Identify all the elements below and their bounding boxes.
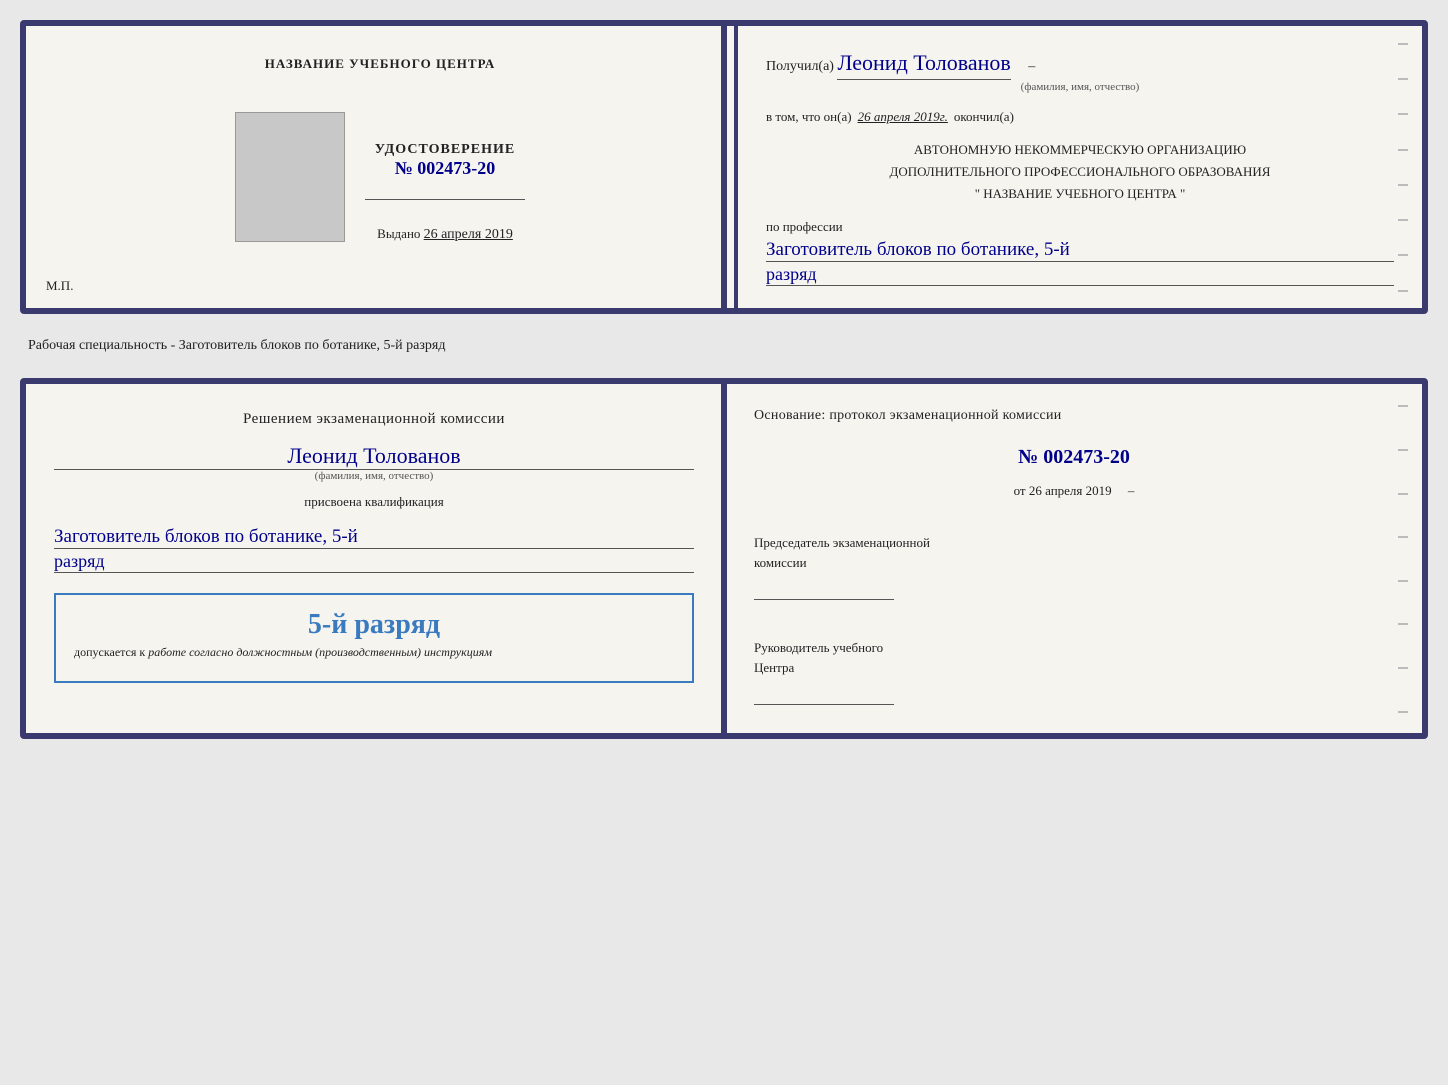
received-prefix: Получил(а) xyxy=(766,59,834,74)
certificate-card-1: НАЗВАНИЕ УЧЕБНОГО ЦЕНТРА УДОСТОВЕРЕНИЕ №… xyxy=(20,20,1428,314)
issued-line: Выдано 26 апреля 2019 xyxy=(377,226,513,243)
training-center-title-left: НАЗВАНИЕ УЧЕБНОГО ЦЕНТРА xyxy=(265,56,496,72)
stamp-prefix: допускается к xyxy=(74,645,145,659)
photo-placeholder xyxy=(235,112,345,242)
vtom-line: в том, что он(а) 26 апреля 2019г. окончи… xyxy=(766,109,1394,125)
profession-label: по профессии xyxy=(766,219,843,234)
dash-r4 xyxy=(1398,536,1408,538)
dash-7 xyxy=(1398,254,1408,256)
dash-r8 xyxy=(1398,711,1408,713)
dash-r7 xyxy=(1398,667,1408,669)
vtom-prefix: в том, что он(а) xyxy=(766,109,852,125)
card2-right-panel: Основание: протокол экзаменационной коми… xyxy=(726,384,1422,733)
director-label: Руководитель учебного Центра xyxy=(754,638,1394,677)
chairman-signature-line xyxy=(754,582,894,600)
director-block: Руководитель учебного Центра xyxy=(754,638,1394,709)
card1-left-panel: НАЗВАНИЕ УЧЕБНОГО ЦЕНТРА УДОСТОВЕРЕНИЕ №… xyxy=(26,26,734,308)
razryad-2: разряд xyxy=(54,551,694,573)
commission-heading: Решением экзаменационной комиссии xyxy=(54,408,694,431)
qualification-label: присвоена квалификация xyxy=(54,494,694,510)
person-name-card2: Леонид Толованов xyxy=(54,443,694,470)
specialty-text: Рабочая специальность - Заготовитель бло… xyxy=(20,332,1428,360)
org-line1: АВТОНОМНУЮ НЕКОММЕРЧЕСКУЮ ОРГАНИЗАЦИЮ xyxy=(766,139,1394,161)
razryad-1: разряд xyxy=(766,264,1394,286)
stamp-text: допускается к работе согласно должностны… xyxy=(74,645,674,660)
director-line2: Центра xyxy=(754,660,794,675)
vtom-suffix: окончил(а) xyxy=(954,109,1014,125)
dash-1 xyxy=(1398,43,1408,45)
chairman-line2: комиссии xyxy=(754,555,807,570)
org-line3: " НАЗВАНИЕ УЧЕБНОГО ЦЕНТРА " xyxy=(766,183,1394,205)
binding-dashes-right-1 xyxy=(1398,26,1408,308)
from-date: 26 апреля 2019 xyxy=(1029,483,1112,498)
qualification-name: Заготовитель блоков по ботанике, 5-й xyxy=(54,526,694,549)
protocol-number-block: № 002473-20 xyxy=(754,446,1394,469)
dash-2 xyxy=(1398,78,1408,80)
stamp-box: 5-й разряд допускается к работе согласно… xyxy=(54,593,694,683)
dash-3 xyxy=(1398,113,1408,115)
cert-title-block: УДОСТОВЕРЕНИЕ № 002473-20 xyxy=(375,142,515,179)
profession-name: Заготовитель блоков по ботанике, 5-й xyxy=(766,239,1394,262)
chairman-block: Председатель экзаменационной комиссии xyxy=(754,533,1394,604)
vtom-date: 26 апреля 2019г. xyxy=(858,109,948,125)
profession-block: по профессии Заготовитель блоков по бота… xyxy=(766,219,1394,286)
card2-left-panel: Решением экзаменационной комиссии Леонид… xyxy=(26,384,722,733)
director-line1: Руководитель учебного xyxy=(754,640,883,655)
issued-date: 26 апреля 2019 xyxy=(424,227,513,242)
dash-r2 xyxy=(1398,449,1408,451)
from-label: от xyxy=(1014,483,1026,498)
dash-r6 xyxy=(1398,623,1408,625)
cert-number: № 002473-20 xyxy=(375,158,515,179)
issued-label: Выдано xyxy=(377,226,420,241)
director-signature-line xyxy=(754,687,894,705)
from-date-line: от 26 апреля 2019 – xyxy=(754,483,1394,499)
person-name-block: Леонид Толованов (фамилия, имя, отчество… xyxy=(54,443,694,482)
chairman-line1: Председатель экзаменационной xyxy=(754,535,930,550)
stamp-italic-text: работе согласно должностным (производств… xyxy=(148,645,492,659)
basis-line: Основание: протокол экзаменационной коми… xyxy=(754,408,1394,424)
cert-udostoverenie-label: УДОСТОВЕРЕНИЕ xyxy=(375,142,515,158)
org-block: АВТОНОМНУЮ НЕКОММЕРЧЕСКУЮ ОРГАНИЗАЦИЮ ДО… xyxy=(766,139,1394,205)
mp-stamp-label: М.П. xyxy=(46,278,73,294)
org-line2: ДОПОЛНИТЕЛЬНОГО ПРОФЕССИОНАЛЬНОГО ОБРАЗО… xyxy=(766,161,1394,183)
dash-r3 xyxy=(1398,493,1408,495)
dash-r5 xyxy=(1398,580,1408,582)
binding-dashes-right-2 xyxy=(1398,384,1408,733)
received-name: Леонид Толованов xyxy=(837,48,1010,80)
dash-6 xyxy=(1398,219,1408,221)
fio-label-2: (фамилия, имя, отчество) xyxy=(54,470,694,482)
dash-8 xyxy=(1398,290,1408,292)
received-line: Получил(а) Леонид Толованов – (фамилия, … xyxy=(766,48,1394,95)
certificate-card-2: Решением экзаменационной комиссии Леонид… xyxy=(20,378,1428,739)
stamp-grade: 5-й разряд xyxy=(74,609,674,641)
chairman-label-1: Председатель экзаменационной комиссии xyxy=(754,533,1394,572)
card1-right-panel: Получил(а) Леонид Толованов – (фамилия, … xyxy=(738,26,1422,308)
qualification-block: Заготовитель блоков по ботанике, 5-й раз… xyxy=(54,522,694,573)
protocol-number: № 002473-20 xyxy=(754,446,1394,469)
dash-4 xyxy=(1398,149,1408,151)
dash-5 xyxy=(1398,184,1408,186)
dash-r1 xyxy=(1398,405,1408,407)
fio-label-1: (фамилия, имя, отчество) xyxy=(766,80,1394,95)
